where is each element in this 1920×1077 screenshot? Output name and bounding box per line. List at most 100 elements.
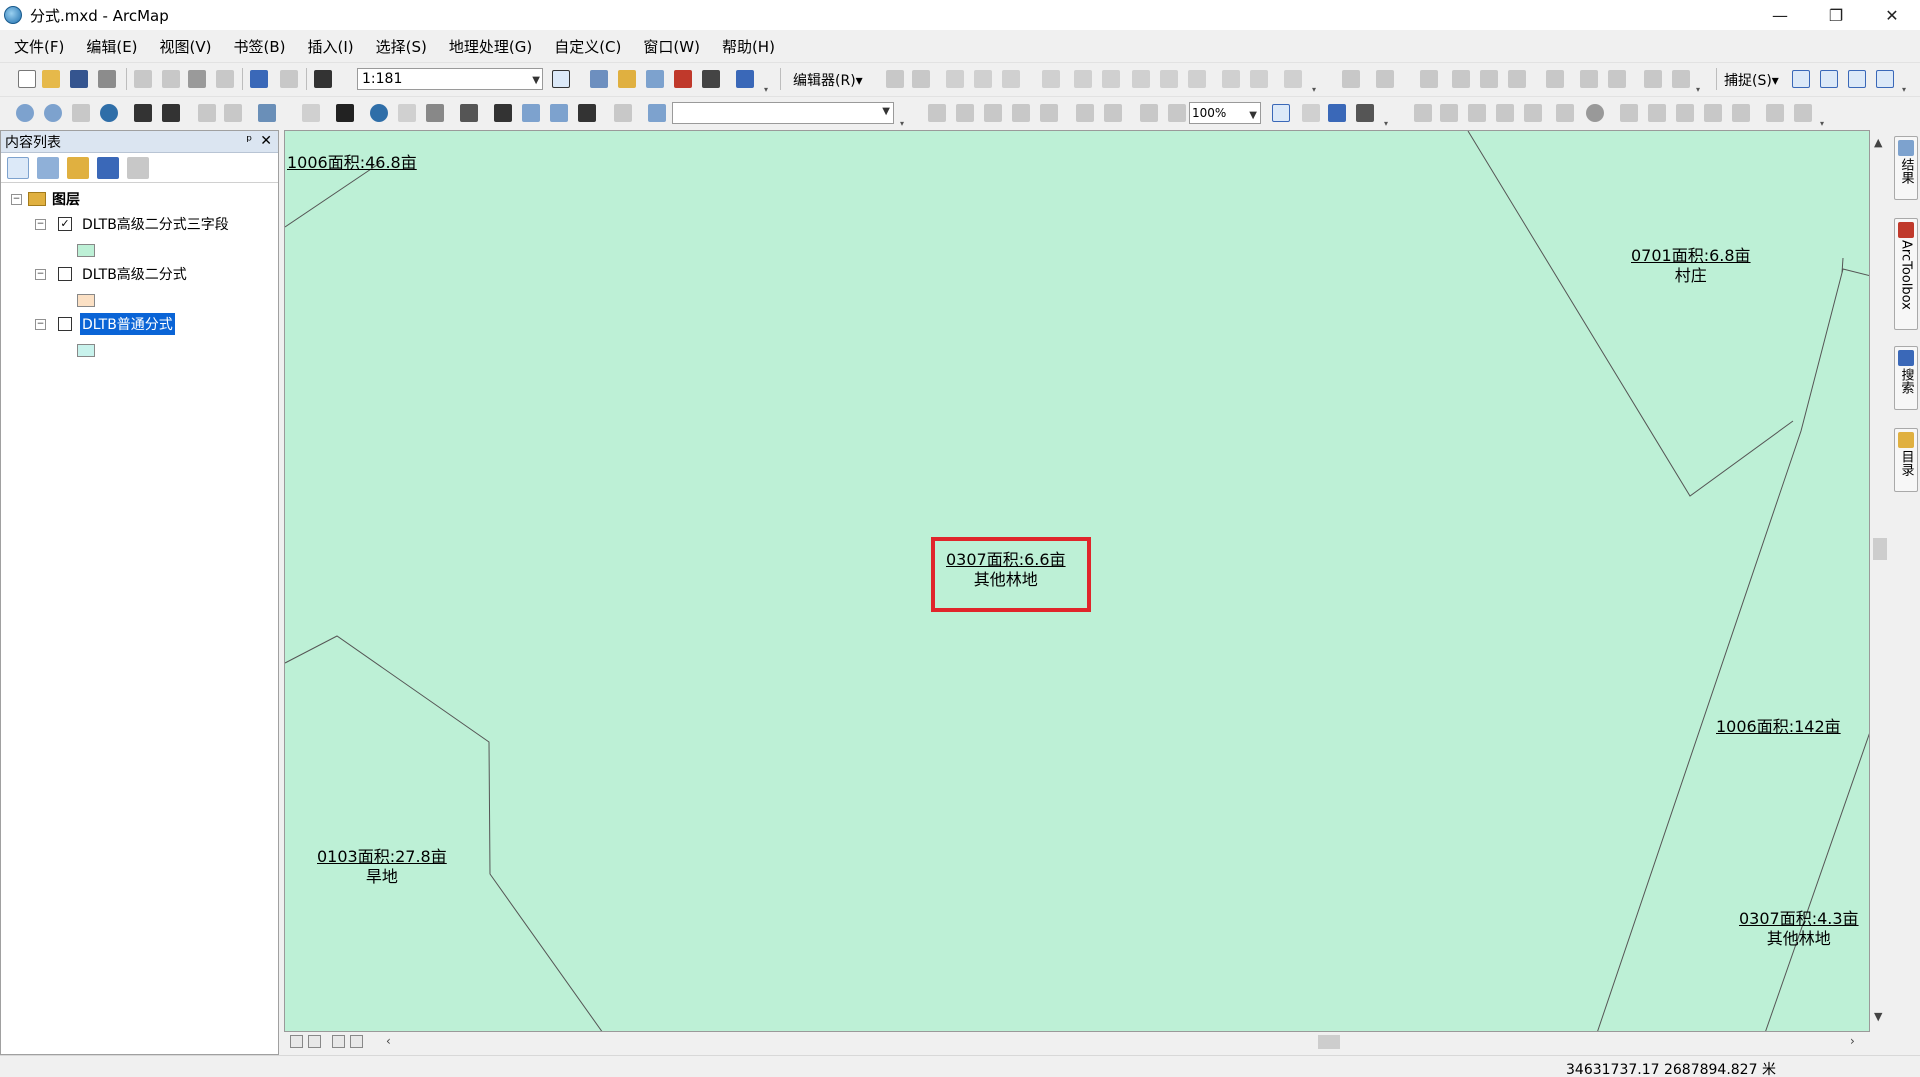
extend-icon[interactable] [1480, 70, 1498, 88]
dock-tab-search[interactable]: 搜索 [1894, 346, 1918, 410]
cut-icon[interactable] [134, 70, 152, 88]
collapse-icon[interactable]: − [35, 268, 46, 280]
zoom-whole-page-icon[interactable] [1012, 104, 1030, 122]
parcel-label[interactable]: 0701面积:6.8亩 村庄 [1631, 246, 1751, 286]
print-icon[interactable] [98, 70, 116, 88]
data-view-icon[interactable] [290, 1035, 303, 1048]
pause-drawing-icon[interactable] [350, 1035, 363, 1048]
zoom-out-icon[interactable] [44, 104, 62, 122]
midpoint-icon[interactable] [1042, 70, 1060, 88]
menu-windows[interactable]: 窗口(W) [635, 36, 708, 57]
layer-symbol-swatch[interactable] [77, 244, 95, 257]
toolbar-grip[interactable]: ▾ [1820, 119, 1828, 128]
point-snapping-icon[interactable] [1792, 70, 1810, 88]
split-tool-icon[interactable] [1160, 70, 1178, 88]
edit-vertices-icon[interactable] [1074, 70, 1092, 88]
generalize-icon[interactable] [1608, 70, 1626, 88]
layout-pan-icon[interactable] [984, 104, 1002, 122]
layout-view-icon[interactable] [308, 1035, 321, 1048]
map-vertical-scrollbar[interactable]: ▲ ▼ [1870, 130, 1890, 1032]
line-intersection-icon[interactable] [1546, 70, 1564, 88]
menu-view[interactable]: 视图(V) [152, 36, 220, 57]
go-forward-icon[interactable] [224, 104, 242, 122]
zoom-in-icon[interactable] [16, 104, 34, 122]
map-scale-combo[interactable]: 1:181 ▼ [357, 68, 543, 90]
toolbar-grip[interactable]: ▾ [1902, 85, 1910, 94]
menu-geoprocessing[interactable]: 地理处理(G) [441, 36, 540, 57]
vertical-scroll-thumb[interactable] [1873, 538, 1887, 560]
edge-snapping-icon[interactable] [1876, 70, 1894, 88]
parcel-label[interactable]: 1006面积:46.8亩 [287, 153, 417, 173]
layer-item[interactable]: − ✓ DLTB高级二分式三字段 [35, 213, 231, 235]
vertex-snapping-icon[interactable] [1848, 70, 1866, 88]
georef-tool-4-icon[interactable] [1496, 104, 1514, 122]
menu-selection[interactable]: 选择(S) [368, 36, 435, 57]
georef-tool-6-icon[interactable] [1556, 104, 1574, 122]
georef-tool-7-icon[interactable] [1586, 104, 1604, 122]
georef-tool-12-icon[interactable] [1732, 104, 1750, 122]
new-document-icon[interactable] [18, 70, 36, 88]
topology-icon[interactable] [1342, 70, 1360, 88]
horizontal-scroll-thumb[interactable] [1318, 1035, 1340, 1049]
map-display[interactable]: 1006面积:46.8亩 0701面积:6.8亩 村庄 0307面积:6.6亩 … [284, 130, 1870, 1032]
fixed-zoom-out-icon[interactable] [162, 104, 180, 122]
scroll-up-arrow-icon[interactable]: ▲ [1874, 136, 1882, 149]
create-viewer-window-icon[interactable] [614, 104, 632, 122]
point-icon[interactable] [1002, 70, 1020, 88]
layers-root[interactable]: − 图层 [11, 188, 80, 210]
layout-zoom-out-icon[interactable] [956, 104, 974, 122]
map-horizontal-scrollbar[interactable]: ‹ › [284, 1032, 1870, 1052]
open-folder-icon[interactable] [42, 70, 60, 88]
scroll-left-arrow-icon[interactable]: ‹ [386, 1034, 391, 1048]
scroll-right-arrow-icon[interactable]: › [1850, 1034, 1855, 1048]
time-slider-icon[interactable] [578, 104, 596, 122]
edit-tool-icon[interactable] [886, 70, 904, 88]
copy-icon[interactable] [162, 70, 180, 88]
georef-tool-3-icon[interactable] [1468, 104, 1486, 122]
chevron-down-icon[interactable]: ▼ [532, 71, 540, 91]
scroll-down-arrow-icon[interactable]: ▼ [1874, 1010, 1882, 1023]
restore-button[interactable]: ❐ [1808, 0, 1864, 30]
full-extent-icon[interactable] [100, 104, 118, 122]
identify-icon[interactable] [370, 104, 388, 122]
rotate-tool-icon[interactable] [1188, 70, 1206, 88]
delete-icon[interactable] [216, 70, 234, 88]
collapse-icon[interactable]: − [11, 193, 22, 205]
collapse-icon[interactable]: − [35, 218, 46, 230]
html-popup-icon[interactable] [426, 104, 444, 122]
layer-visibility-checkbox[interactable] [58, 317, 72, 331]
menu-help[interactable]: 帮助(H) [714, 36, 783, 57]
collapse-icon[interactable]: − [35, 318, 46, 330]
undo-icon[interactable] [250, 70, 268, 88]
edit-annotation-icon[interactable] [912, 70, 930, 88]
layer-symbol-swatch[interactable] [77, 294, 95, 307]
chevron-down-icon[interactable]: ▼ [882, 106, 890, 117]
menu-bookmarks[interactable]: 书签(B) [226, 36, 294, 57]
explode-icon[interactable] [1580, 70, 1598, 88]
georef-tool-8-icon[interactable] [1620, 104, 1638, 122]
paste-icon[interactable] [188, 70, 206, 88]
georef-tool-10-icon[interactable] [1676, 104, 1694, 122]
advanced-edit-icon[interactable] [1376, 70, 1394, 88]
search-tool-icon[interactable] [648, 104, 666, 122]
search-window-icon[interactable] [646, 70, 664, 88]
parcel-label[interactable]: 1006面积:142亩 [1716, 717, 1841, 737]
table-of-contents-icon[interactable] [590, 70, 608, 88]
add-data-icon[interactable] [314, 70, 332, 88]
toggle-draft-mode-icon[interactable] [1272, 104, 1290, 122]
menu-file[interactable]: 文件(F) [6, 36, 72, 57]
copy-parallel-icon[interactable] [1420, 70, 1438, 88]
parcel-label[interactable]: 0103面积:27.8亩 旱地 [317, 847, 447, 887]
georef-tool-14-icon[interactable] [1794, 104, 1812, 122]
layer-item[interactable]: − DLTB普通分式 [35, 313, 175, 335]
toc-options-icon[interactable] [127, 156, 149, 179]
trim-icon[interactable] [1508, 70, 1526, 88]
layer-name[interactable]: DLTB高级二分式三字段 [80, 213, 231, 235]
next-extent-icon[interactable] [1168, 104, 1186, 122]
close-button[interactable]: ✕ [1864, 0, 1920, 30]
list-by-visibility-icon[interactable] [67, 156, 89, 179]
layer-item[interactable]: − DLTB高级二分式 [35, 263, 189, 285]
redo-icon[interactable] [280, 70, 298, 88]
select-elements-icon[interactable] [336, 104, 354, 122]
straight-segment-icon[interactable] [946, 70, 964, 88]
